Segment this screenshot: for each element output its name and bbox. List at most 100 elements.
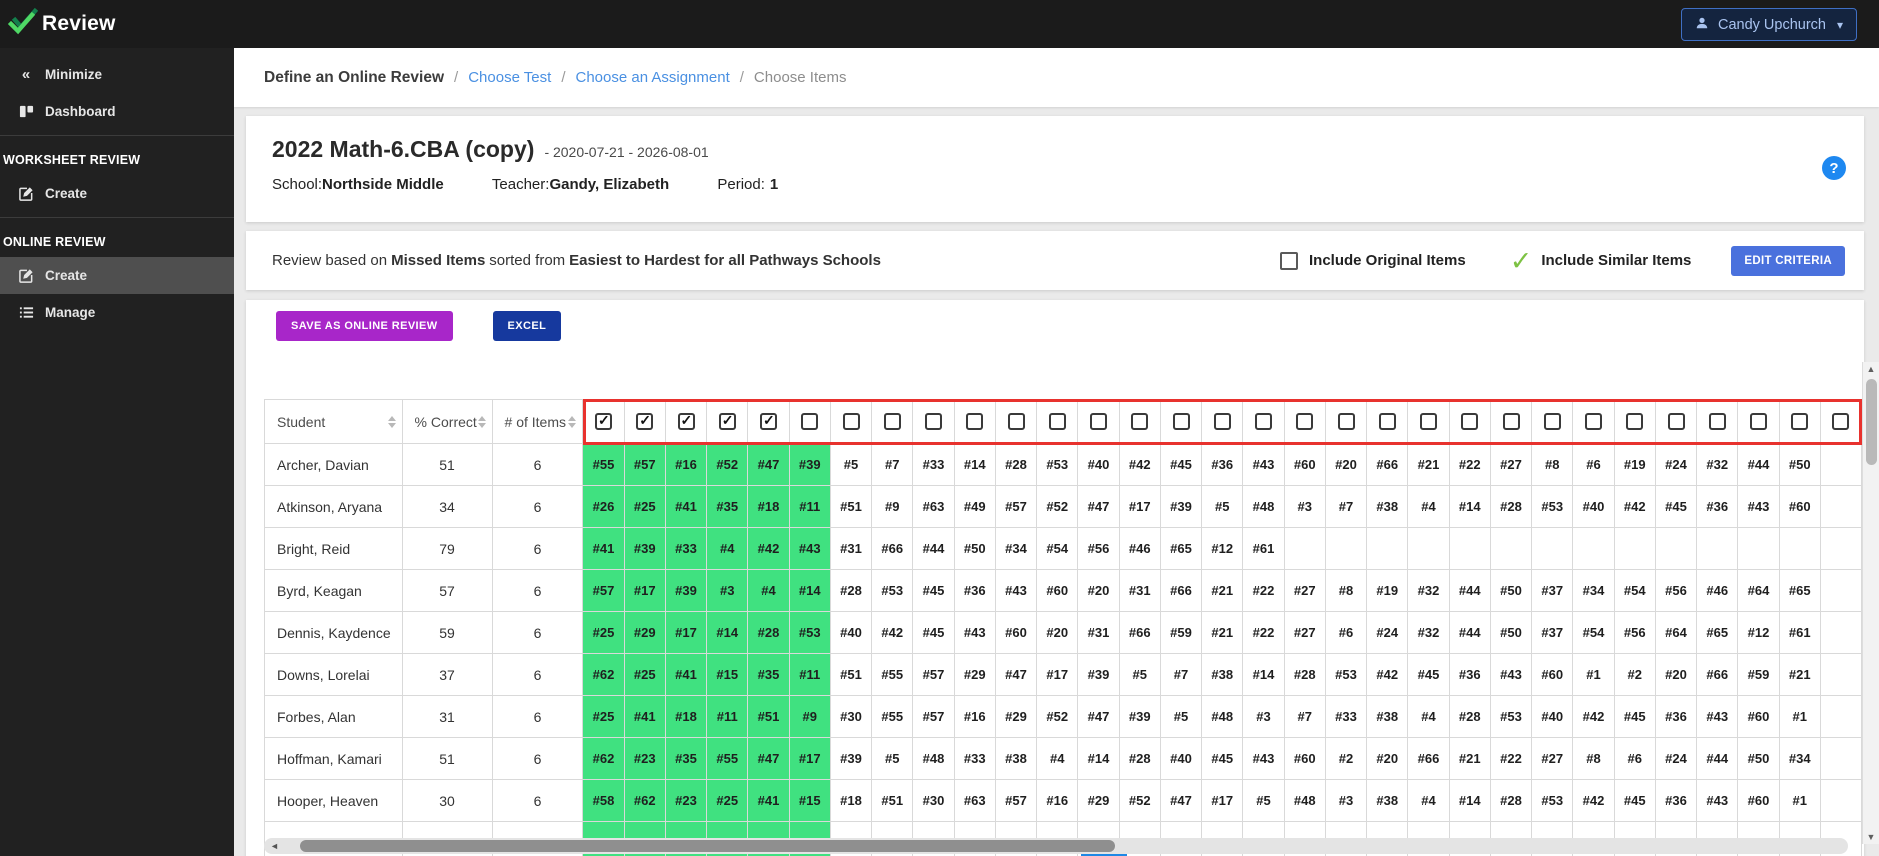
item-column-header[interactable] (1036, 399, 1079, 444)
teacher-value: Gandy, Elizabeth (549, 176, 670, 193)
excel-button[interactable]: EXCEL (492, 311, 562, 341)
item-column-header[interactable] (1448, 399, 1491, 444)
sidebar-dashboard[interactable]: Dashboard (0, 93, 234, 130)
item-select-checkbox[interactable] (1750, 413, 1768, 431)
vertical-scrollbar[interactable]: ▲ ▼ (1862, 362, 1879, 844)
item-select-checkbox[interactable] (1048, 413, 1066, 431)
item-column-header[interactable] (871, 399, 914, 444)
item-column-header[interactable] (1778, 399, 1821, 444)
include-original-checkbox[interactable] (1280, 251, 1298, 270)
scroll-down-arrow[interactable]: ▼ (1863, 830, 1879, 844)
item-column-header[interactable] (1201, 399, 1244, 444)
item-select-checkbox[interactable] (801, 413, 819, 431)
item-column-header[interactable] (1242, 399, 1285, 444)
item-select-checkbox[interactable] (595, 412, 613, 431)
item-select-checkbox[interactable] (718, 412, 736, 431)
student-row: Hoffman, Kamari 51 6 #62 #23 #35 #55 #47 #17 #39 #… (264, 737, 1862, 780)
item-select-checkbox[interactable] (1090, 413, 1108, 431)
item-select-checkbox[interactable] (1378, 413, 1396, 431)
item-column-header[interactable] (623, 399, 666, 444)
item-column-header[interactable] (1324, 399, 1368, 444)
sidebar-item-online-manage[interactable]: Manage (0, 294, 234, 331)
edit-criteria-button[interactable]: EDIT CRITERIA (1731, 245, 1845, 276)
item-cell: #18 (747, 485, 790, 528)
item-column-header[interactable] (1819, 399, 1862, 444)
item-column-header[interactable] (1696, 399, 1739, 444)
item-select-checkbox[interactable] (1213, 413, 1231, 431)
item-select-checkbox[interactable] (1791, 413, 1809, 431)
item-select-checkbox[interactable] (1007, 413, 1025, 431)
breadcrumb-choose-assignment[interactable]: Choose an Assignment (575, 69, 729, 86)
item-column-header[interactable] (1489, 399, 1533, 444)
item-select-checkbox[interactable] (1461, 413, 1479, 431)
item-select-checkbox[interactable] (1543, 413, 1561, 431)
item-select-checkbox[interactable] (636, 412, 654, 431)
item-select-checkbox[interactable] (1832, 413, 1850, 431)
item-select-checkbox[interactable] (1337, 413, 1355, 431)
item-column-header[interactable] (1407, 399, 1450, 444)
include-similar-check-icon[interactable]: ✓ (1510, 247, 1533, 274)
item-column-header[interactable] (1077, 399, 1120, 444)
scroll-left-arrow[interactable]: ◄ (264, 841, 279, 851)
item-column-header[interactable] (953, 399, 996, 444)
item-cell: #42 (1572, 695, 1615, 738)
item-select-checkbox[interactable] (1667, 413, 1685, 431)
item-column-header[interactable] (994, 399, 1038, 444)
item-select-checkbox[interactable] (760, 412, 778, 431)
item-select-checkbox[interactable] (677, 412, 695, 431)
item-column-header[interactable] (1366, 399, 1409, 444)
sidebar-item-online-create[interactable]: Create (0, 257, 234, 294)
item-column-header[interactable] (706, 399, 749, 444)
item-select-checkbox[interactable] (1420, 413, 1438, 431)
sidebar-minimize[interactable]: « Minimize (0, 56, 234, 93)
item-column-header[interactable] (1572, 399, 1615, 444)
item-select-checkbox[interactable] (1172, 413, 1190, 431)
item-column-header[interactable] (1737, 399, 1780, 444)
item-select-checkbox[interactable] (1708, 413, 1726, 431)
item-select-checkbox[interactable] (1502, 413, 1520, 431)
column-header-student[interactable]: Student (264, 399, 403, 444)
scroll-up-arrow[interactable]: ▲ (1863, 362, 1879, 376)
column-header-num-items[interactable]: # of Items (491, 399, 584, 444)
item-select-checkbox[interactable] (1255, 413, 1273, 431)
item-cell: #29 (953, 653, 996, 696)
item-column-header[interactable] (664, 399, 708, 444)
item-select-checkbox[interactable] (925, 413, 943, 431)
user-menu-button[interactable]: Candy Upchurch ▾ (1680, 8, 1857, 41)
item-select-checkbox[interactable] (966, 413, 984, 431)
item-select-checkbox[interactable] (1131, 413, 1149, 431)
item-column-header[interactable] (1654, 399, 1698, 444)
item-select-checkbox[interactable] (842, 413, 860, 431)
vertical-scrollbar-thumb[interactable] (1866, 379, 1877, 465)
item-column-header[interactable] (788, 399, 831, 444)
sort-icon[interactable] (477, 415, 486, 428)
pct-correct-value: 37 (401, 653, 493, 696)
item-column-header[interactable] (912, 399, 955, 444)
sidebar-item-worksheet-create[interactable]: Create (0, 175, 234, 212)
item-column-header[interactable] (1283, 399, 1326, 444)
item-column-header[interactable] (582, 399, 625, 444)
item-column-header[interactable] (1531, 399, 1574, 444)
column-header-pct-correct[interactable]: % Correct (401, 399, 493, 444)
item-column-header[interactable] (1613, 399, 1656, 444)
item-select-checkbox[interactable] (1626, 413, 1644, 431)
student-row: Bright, Reid 79 6 #41 #39 #33 #4 #42 #43 #31 #66 #4… (264, 527, 1862, 570)
help-icon[interactable]: ? (1822, 156, 1846, 180)
item-cell: #37 (1531, 569, 1574, 612)
horizontal-scrollbar-thumb[interactable] (300, 840, 1115, 852)
item-select-checkbox[interactable] (1585, 413, 1603, 431)
test-date-range: - 2020-07-21 - 2026-08-01 (544, 144, 709, 160)
item-column-header[interactable] (1159, 399, 1203, 444)
breadcrumb-choose-test[interactable]: Choose Test (468, 69, 551, 86)
item-cell: #28 (1448, 695, 1491, 738)
item-select-checkbox[interactable] (1296, 413, 1314, 431)
item-column-header[interactable] (747, 399, 790, 444)
item-column-header[interactable] (1118, 399, 1161, 444)
save-as-online-review-button[interactable]: SAVE AS ONLINE REVIEW (276, 311, 453, 341)
horizontal-scrollbar[interactable]: ◄ (264, 838, 1848, 854)
sidebar-divider (0, 217, 234, 218)
item-column-header[interactable] (829, 399, 873, 444)
sort-icon[interactable] (568, 415, 577, 428)
sort-icon[interactable] (387, 415, 396, 428)
item-select-checkbox[interactable] (883, 413, 901, 431)
